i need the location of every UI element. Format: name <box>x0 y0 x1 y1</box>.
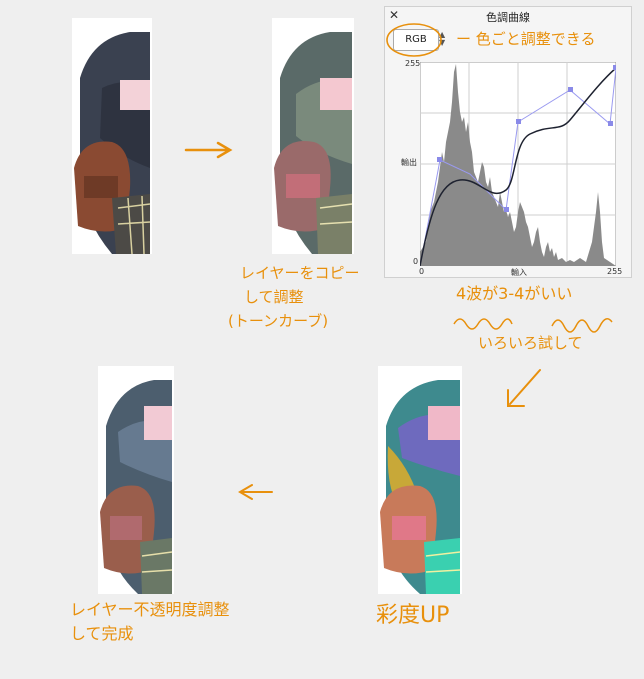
highlight-circle <box>386 23 442 57</box>
tone-curve-illustration <box>272 18 354 254</box>
channel-note: ー 色ごと調整できる <box>456 30 596 48</box>
y-axis-min: 0 <box>413 257 419 266</box>
copy-note-line3: (トーンカーブ) <box>228 312 329 330</box>
arrow-down-left-icon <box>507 369 541 407</box>
x-axis-max: 255 <box>607 267 623 276</box>
final-illustration <box>98 366 174 594</box>
arrow-right-icon <box>184 141 233 159</box>
arrow-left-icon <box>238 484 273 500</box>
saturation-illustration <box>378 366 462 594</box>
x-axis-label: 輸入 <box>511 268 527 277</box>
x-axis-min: 0 <box>419 267 425 276</box>
saturation-note: 彩度UP <box>376 603 450 628</box>
y-axis-label: 輸出 <box>401 158 417 167</box>
try-note: いろいろ試して <box>478 334 583 352</box>
original-illustration <box>72 18 152 254</box>
wave-note: 4波が3-4がいい <box>456 284 573 303</box>
copy-note-line2: して調整 <box>244 288 304 306</box>
copy-note-line1: レイヤーをコピー <box>240 264 360 282</box>
curve-graph[interactable] <box>420 62 616 266</box>
wave-icon <box>453 318 613 333</box>
opacity-note-line1: レイヤー不透明度調整 <box>70 600 230 619</box>
opacity-note-line2: して完成 <box>70 624 134 643</box>
